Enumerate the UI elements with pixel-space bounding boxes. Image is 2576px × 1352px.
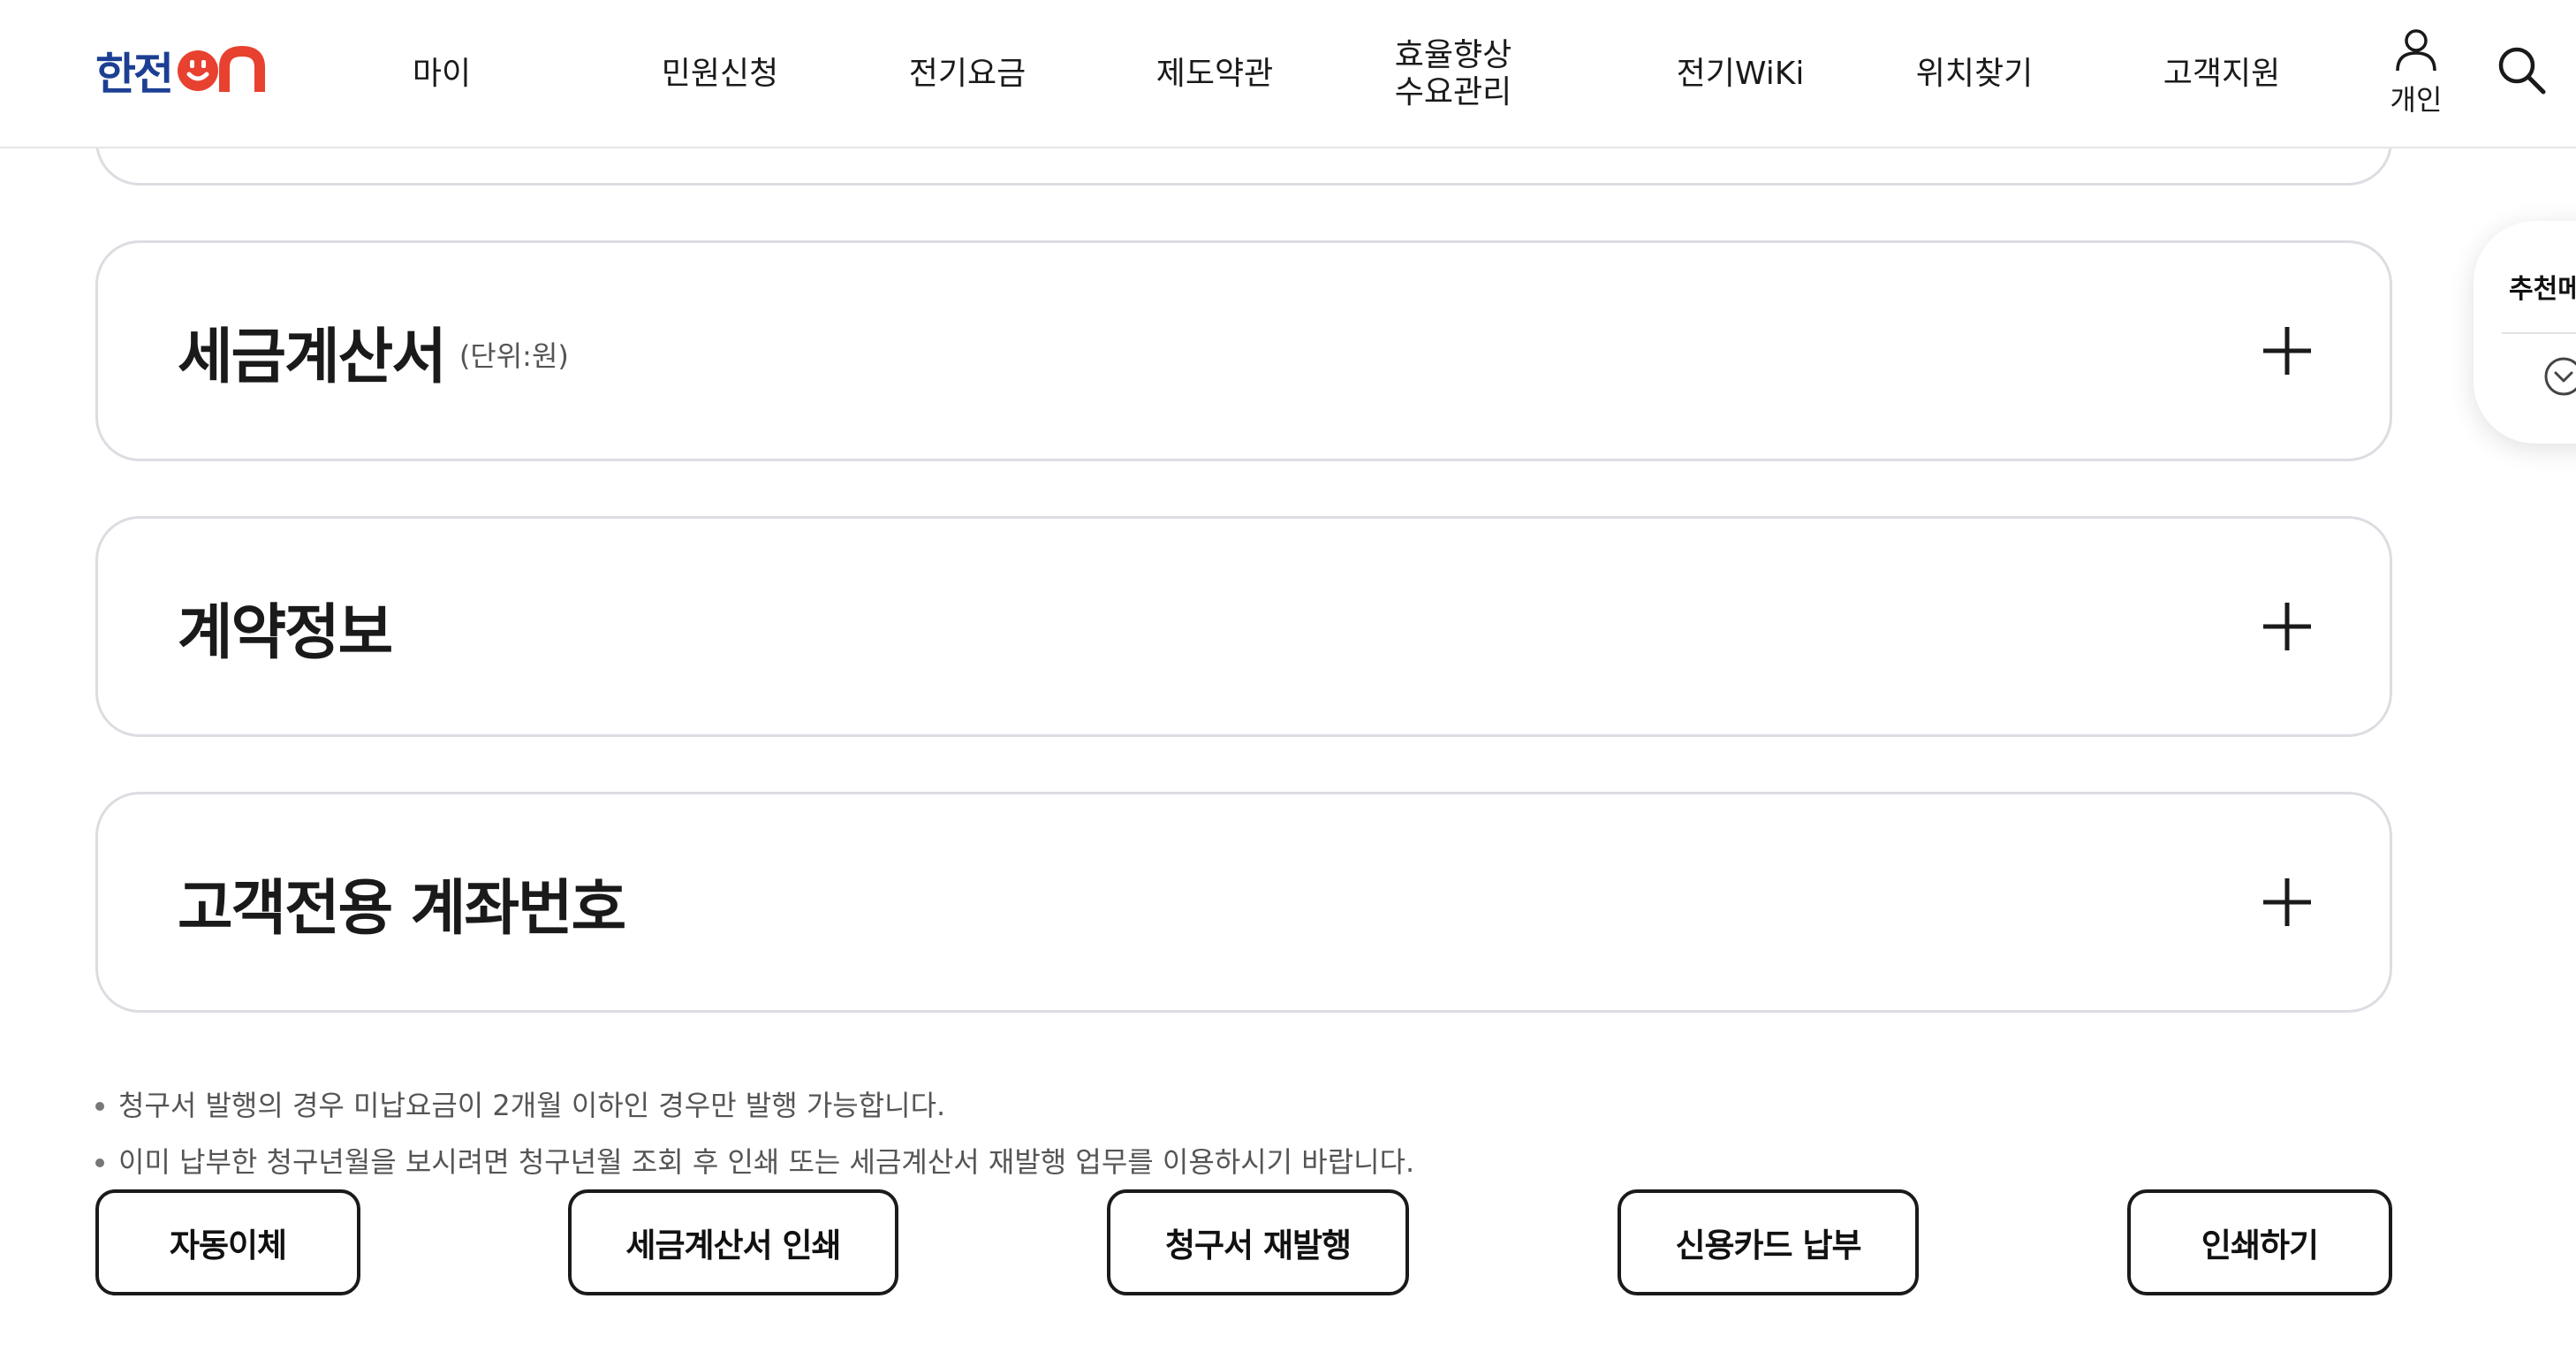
nav-policy-terms[interactable]: 제도약관 [1140, 0, 1290, 148]
nav-efficiency-demand[interactable]: 효율향상 수요관리 [1378, 0, 1528, 148]
contract-info-title: 계약정보 [178, 597, 393, 668]
nav-efficiency-line1: 효율향상 [1394, 37, 1512, 73]
tax-invoice-title: 세금계산서 [178, 322, 447, 392]
accordion-title: 고객전용 계좌번호 [178, 794, 626, 1010]
bill-reissue-button[interactable]: 청구서 재발행 [1107, 1189, 1409, 1295]
nav-civil-request[interactable]: 민원신청 [645, 0, 795, 148]
recommend-menu-title: 추천메 [2509, 274, 2576, 305]
logo-on-mark [175, 46, 267, 95]
accordion-customer-account[interactable]: 고객전용 계좌번호 [95, 792, 2392, 1013]
unit-label: (단위:원) [458, 339, 569, 373]
recommend-menu-panel: 추천메 [2474, 221, 2576, 444]
notice-item: 이미 납부한 청구년월을 보시려면 청구년월 조회 후 인쇄 또는 세금계산서 … [95, 1139, 1414, 1196]
tax-invoice-print-button[interactable]: 세금계산서 인쇄 [568, 1189, 898, 1295]
chevron-down-icon[interactable] [2542, 355, 2576, 398]
user-label: 개인 [2390, 83, 2443, 117]
logo-text: 한전 [95, 49, 174, 100]
nav-find-location[interactable]: 위치찾기 [1899, 0, 2049, 148]
customer-account-title: 고객전용 계좌번호 [178, 873, 626, 944]
divider [2502, 332, 2576, 334]
user-icon [2393, 27, 2439, 76]
notice-item: 청구서 발행의 경우 미납요금이 2개월 이하인 경우만 발행 가능합니다. [95, 1082, 1414, 1139]
site-header: 한전 마이 민원신청 전기요금 제도약관 효율향상 수요관리 전기WiKi 위치… [0, 0, 2576, 148]
credit-card-pay-button[interactable]: 신용카드 납부 [1618, 1189, 1919, 1295]
nav-my[interactable]: 마이 [389, 0, 495, 148]
nav-efficiency-line2: 수요관리 [1394, 74, 1512, 110]
page: 한전 마이 민원신청 전기요금 제도약관 효율향상 수요관리 전기WiKi 위치… [0, 0, 2576, 1352]
notice-list: 청구서 발행의 경우 미납요금이 2개월 이하인 경우만 발행 가능합니다. 이… [95, 1082, 1414, 1196]
nav-wiki[interactable]: 전기WiKi [1661, 0, 1820, 148]
search-button[interactable] [2496, 44, 2549, 97]
print-button[interactable]: 인쇄하기 [2127, 1189, 2392, 1295]
personal-user-button[interactable]: 개인 [2385, 27, 2447, 124]
nav-customer-support[interactable]: 고객지원 [2147, 0, 2297, 148]
accordion-title: 계약정보 [178, 519, 393, 734]
plus-icon[interactable] [2261, 876, 2314, 929]
nav-electric-rates[interactable]: 전기요금 [892, 0, 1042, 148]
accordion-contract-info[interactable]: 계약정보 [95, 516, 2392, 737]
auto-pay-button[interactable]: 자동이체 [95, 1189, 360, 1295]
accordion-title: 세금계산서 (단위:원) [178, 243, 569, 459]
accordion-tax-invoice[interactable]: 세금계산서 (단위:원) [95, 240, 2392, 461]
kepco-on-logo[interactable]: 한전 [95, 44, 267, 100]
search-icon [2496, 47, 2549, 101]
plus-icon[interactable] [2261, 600, 2314, 653]
plus-icon[interactable] [2261, 324, 2314, 377]
